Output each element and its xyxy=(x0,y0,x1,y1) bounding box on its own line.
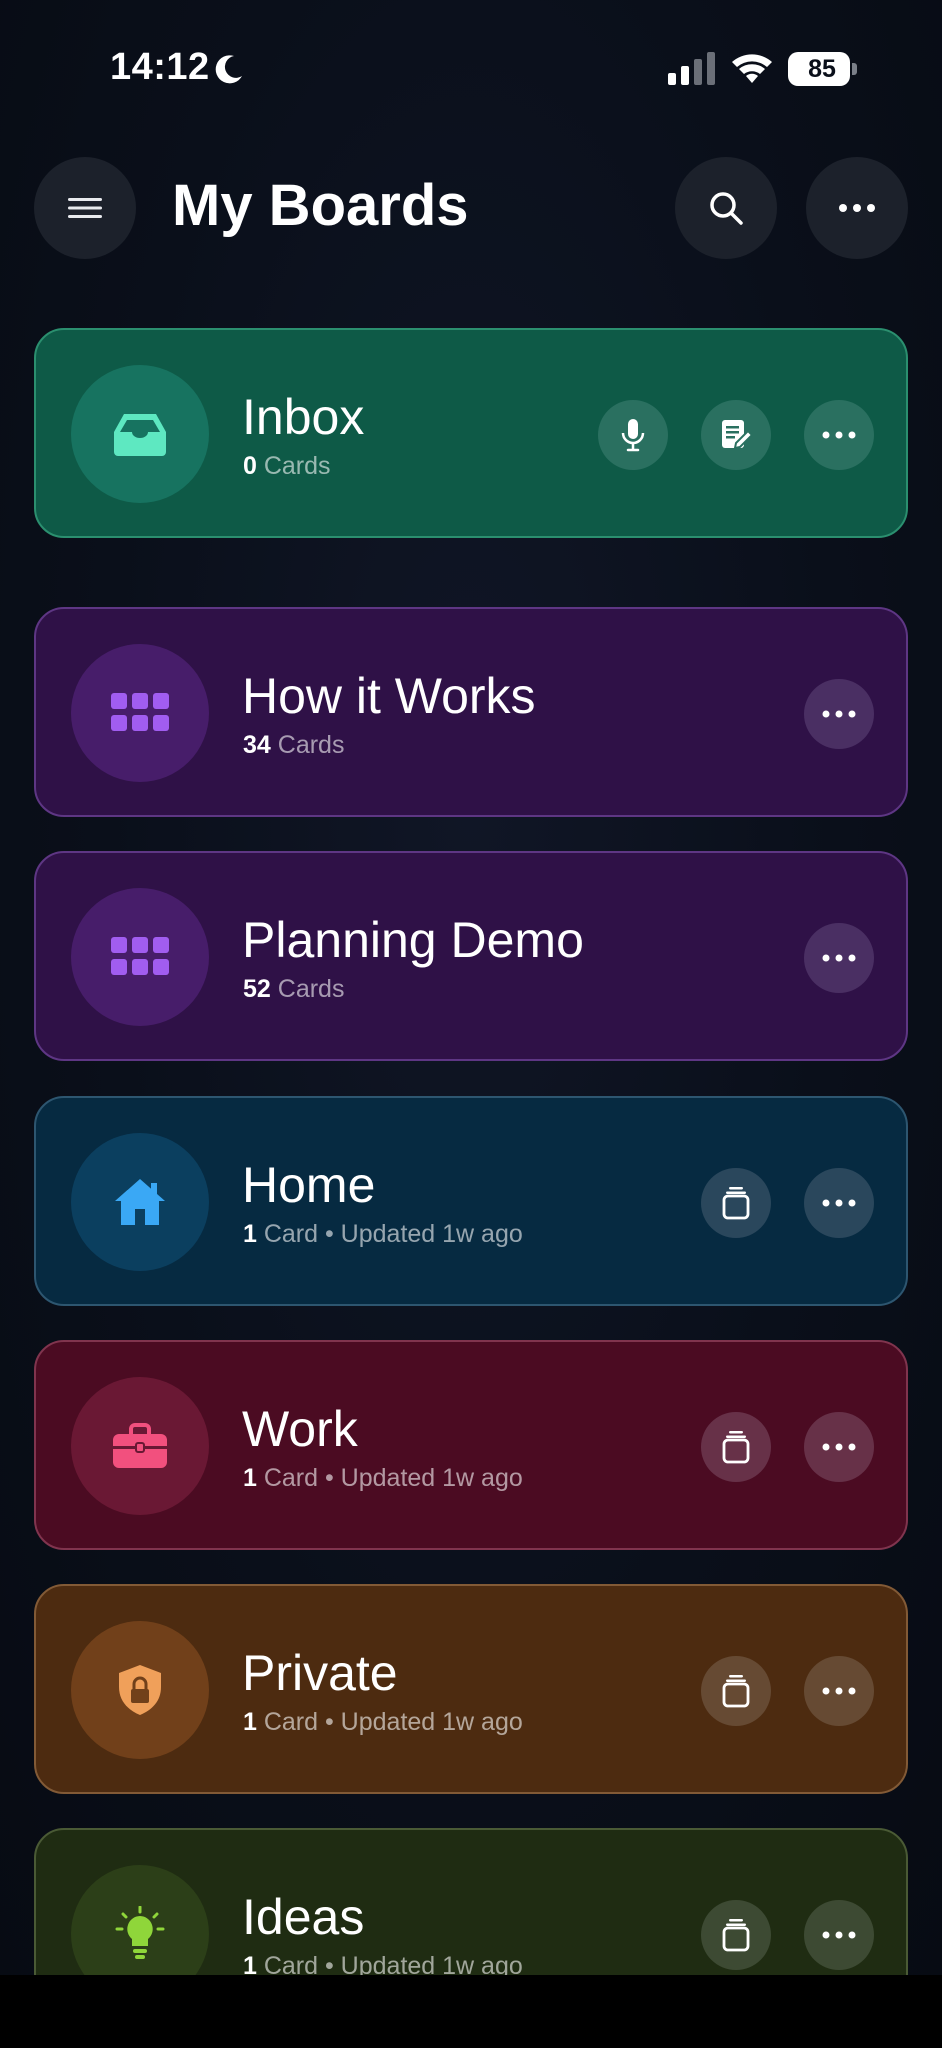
wifi-icon xyxy=(732,54,772,83)
board-more-button[interactable] xyxy=(804,1412,874,1482)
battery-level: 85 xyxy=(808,55,836,83)
board-icon xyxy=(71,1133,209,1271)
card-stack-icon xyxy=(722,1675,750,1708)
ellipsis-icon xyxy=(822,1931,856,1939)
board-meta-text: Card • Updated 1w ago xyxy=(256,1464,523,1492)
ellipsis-icon xyxy=(822,1687,856,1695)
board-card-inbox[interactable]: Inbox 0 Cards xyxy=(34,328,908,538)
signal-icon xyxy=(668,52,715,85)
card-stack-button[interactable] xyxy=(701,1656,771,1726)
ellipsis-icon xyxy=(822,710,856,718)
card-count: 1 xyxy=(243,1708,257,1736)
board-more-button[interactable] xyxy=(804,1656,874,1726)
board-meta: 1 Card • Updated 1w ago xyxy=(243,1952,523,1975)
card-count: 1 xyxy=(243,1220,257,1248)
card-count: 1 xyxy=(243,1464,257,1492)
board-more-button[interactable] xyxy=(804,923,874,993)
bottom-bar-area xyxy=(0,1975,942,2048)
note-edit-icon xyxy=(722,420,753,450)
board-meta-text: Card • Updated 1w ago xyxy=(256,1220,523,1248)
board-card-planning-demo[interactable]: Planning Demo 52 Cards xyxy=(34,851,908,1061)
board-more-button[interactable] xyxy=(804,679,874,749)
board-more-button[interactable] xyxy=(804,1168,874,1238)
board-meta-text: Cards xyxy=(256,452,331,480)
board-icon xyxy=(71,1377,209,1515)
board-meta-text: Cards xyxy=(270,731,345,759)
ellipsis-icon xyxy=(822,1199,856,1207)
board-name: Inbox xyxy=(242,389,365,445)
board-card-ideas[interactable]: Ideas 1 Card • Updated 1w ago xyxy=(34,1828,908,1975)
board-meta: 1 Card • Updated 1w ago xyxy=(243,1708,523,1737)
voice-note-button[interactable] xyxy=(598,400,668,470)
board-meta: 34 Cards xyxy=(243,731,344,760)
card-stack-button[interactable] xyxy=(701,1168,771,1238)
more-options-button[interactable] xyxy=(806,157,908,259)
board-meta: 1 Card • Updated 1w ago xyxy=(243,1464,523,1493)
board-card-how-it-works[interactable]: How it Works 34 Cards xyxy=(34,607,908,817)
card-stack-button[interactable] xyxy=(701,1412,771,1482)
card-stack-button[interactable] xyxy=(701,1900,771,1970)
board-card-home[interactable]: Home 1 Card • Updated 1w ago xyxy=(34,1096,908,1306)
board-meta: 0 Cards xyxy=(243,452,331,481)
moon-icon xyxy=(215,55,242,84)
status-bar: 14:12 85 xyxy=(0,0,942,140)
app-screen: 14:12 85 My Boards Inbox 0 Cards How it … xyxy=(0,0,942,1975)
ellipsis-icon xyxy=(822,431,856,439)
briefcase-icon xyxy=(113,1423,167,1468)
ellipsis-icon xyxy=(822,1443,856,1451)
card-count: 34 xyxy=(243,731,271,759)
board-meta-text: Cards xyxy=(270,975,345,1003)
search-icon xyxy=(710,192,743,225)
microphone-icon xyxy=(621,419,645,452)
board-more-button[interactable] xyxy=(804,400,874,470)
menu-button[interactable] xyxy=(34,157,136,259)
grid-icon xyxy=(111,937,169,975)
board-more-button[interactable] xyxy=(804,1900,874,1970)
hamburger-icon xyxy=(68,198,102,218)
board-meta-text: Card • Updated 1w ago xyxy=(256,1952,523,1975)
lightbulb-icon xyxy=(115,1906,165,1959)
grid-icon xyxy=(111,693,169,731)
board-meta: 1 Card • Updated 1w ago xyxy=(243,1220,523,1249)
board-meta-text: Card • Updated 1w ago xyxy=(256,1708,523,1736)
board-icon xyxy=(71,1865,209,1975)
board-name: Planning Demo xyxy=(242,912,584,968)
board-name: Home xyxy=(242,1157,376,1213)
card-count: 52 xyxy=(243,975,271,1003)
card-stack-icon xyxy=(722,1187,750,1220)
board-meta: 52 Cards xyxy=(243,975,344,1004)
board-card-work[interactable]: Work 1 Card • Updated 1w ago xyxy=(34,1340,908,1550)
card-count: 1 xyxy=(243,1952,257,1975)
board-name: How it Works xyxy=(242,668,536,724)
board-name: Private xyxy=(242,1645,398,1701)
new-note-button[interactable] xyxy=(701,400,771,470)
shield-lock-icon xyxy=(119,1665,161,1715)
card-stack-icon xyxy=(722,1919,750,1952)
inbox-tray-icon xyxy=(114,414,166,456)
board-icon xyxy=(71,644,209,782)
page-title: My Boards xyxy=(172,173,469,238)
board-name: Work xyxy=(242,1401,358,1457)
board-name: Ideas xyxy=(242,1889,365,1945)
battery-indicator: 85 xyxy=(788,52,857,86)
ellipsis-icon xyxy=(822,954,856,962)
board-icon xyxy=(71,888,209,1026)
board-icon xyxy=(71,1621,209,1759)
board-icon xyxy=(71,365,209,503)
card-stack-icon xyxy=(722,1431,750,1464)
card-count: 0 xyxy=(243,452,257,480)
board-card-private[interactable]: Private 1 Card • Updated 1w ago xyxy=(34,1584,908,1794)
ellipsis-icon xyxy=(839,204,875,212)
house-icon xyxy=(115,1179,165,1225)
status-time: 14:12 xyxy=(110,46,210,88)
search-button[interactable] xyxy=(675,157,777,259)
